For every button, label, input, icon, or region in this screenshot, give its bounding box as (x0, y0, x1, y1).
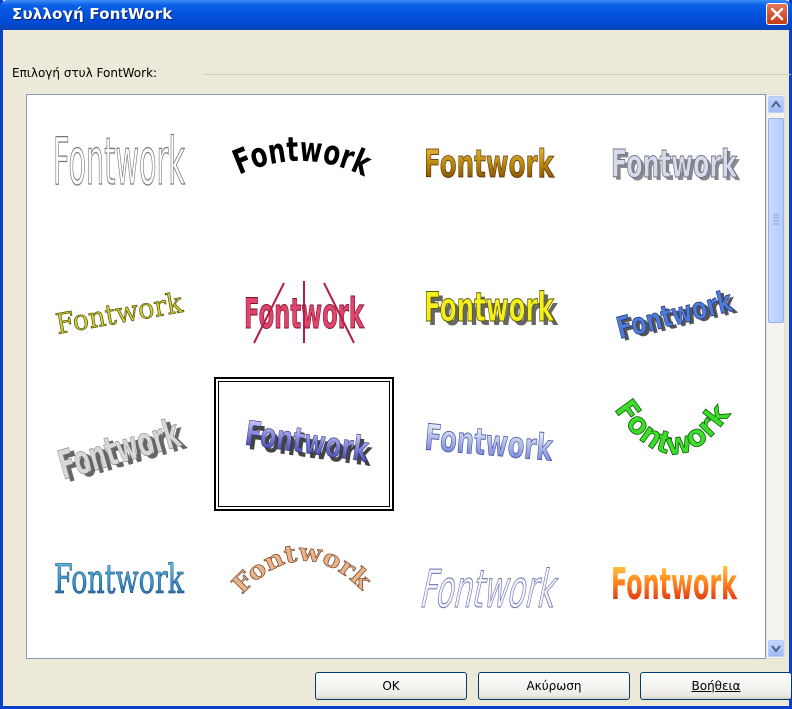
gallery-item-1[interactable]: Fontwork (29, 97, 209, 231)
scroll-up-button[interactable] (768, 96, 784, 113)
ok-button[interactable]: OK (315, 672, 467, 700)
gallery-scrollbar[interactable] (766, 94, 785, 659)
fontwork-gallery: Fontwork Fontwork Fontwork Fontwork Font… (26, 94, 766, 659)
close-button[interactable] (766, 3, 788, 25)
scroll-down-button[interactable] (768, 640, 784, 657)
gallery-item-2[interactable]: Fontwork (214, 97, 394, 231)
svg-text:Fontwork: Fontwork (53, 123, 185, 199)
gallery-item-8[interactable]: Fontwork Fontwork (584, 233, 764, 367)
svg-text:Fontwork: Fontwork (226, 537, 379, 599)
svg-text:Fontwork: Fontwork (611, 142, 737, 186)
gallery-item-12[interactable]: Fontwork (584, 369, 764, 503)
scroll-thumb[interactable] (768, 118, 784, 323)
chevron-down-icon (771, 645, 781, 653)
gallery-item-16[interactable]: Fontwork (584, 507, 764, 641)
svg-text:Fontwork: Fontwork (416, 560, 563, 620)
svg-text:Fontwork: Fontwork (423, 417, 555, 469)
svg-text:Fontwork: Fontwork (611, 559, 738, 610)
gallery-item-14[interactable]: Fontwork (214, 507, 394, 641)
gallery-item-6[interactable]: Fontwork (214, 233, 394, 367)
gallery-item-5[interactable]: Fontwork (29, 233, 209, 367)
gallery-item-13[interactable]: Fontwork (29, 507, 209, 641)
svg-text:Fontwork: Fontwork (424, 142, 554, 186)
gallery-item-11[interactable]: Fontwork (399, 369, 579, 503)
grip-icon (773, 214, 779, 225)
gallery-item-9[interactable]: Fontwork Fontwork (29, 369, 209, 503)
svg-text:Fontwork: Fontwork (54, 557, 185, 603)
svg-text:Fontwork: Fontwork (607, 393, 737, 463)
gallery-item-15[interactable]: Fontwork (399, 507, 579, 641)
help-button-label: Βοήθεια (691, 679, 741, 693)
svg-text:Fontwork: Fontwork (243, 414, 372, 471)
svg-text:Fontwork: Fontwork (424, 285, 555, 331)
svg-text:Fontwork: Fontwork (227, 130, 377, 186)
group-divider (203, 74, 791, 75)
svg-text:Fontwork: Fontwork (53, 286, 186, 341)
title-bar[interactable]: Συλλογή FontWork (0, 0, 792, 30)
cancel-button[interactable]: Ακύρωση (478, 672, 630, 700)
window-title: Συλλογή FontWork (12, 5, 173, 23)
svg-text:Fontwork: Fontwork (613, 284, 737, 347)
gallery-item-3[interactable]: Fontwork (399, 97, 579, 231)
gallery-item-4[interactable]: Fontwork Fontwork (584, 97, 764, 231)
fontwork-gallery-dialog: Συλλογή FontWork Επιλογή στυλ FontWork: … (0, 0, 792, 709)
help-button[interactable]: Βοήθεια (640, 672, 792, 700)
gallery-item-7[interactable]: Fontwork Fontwork (399, 233, 579, 367)
close-icon (770, 7, 784, 21)
chevron-up-icon (771, 100, 781, 108)
gallery-item-10[interactable]: Fontwork Fontwork (214, 377, 394, 511)
style-group-label: Επιλογή στυλ FontWork: (12, 66, 164, 80)
